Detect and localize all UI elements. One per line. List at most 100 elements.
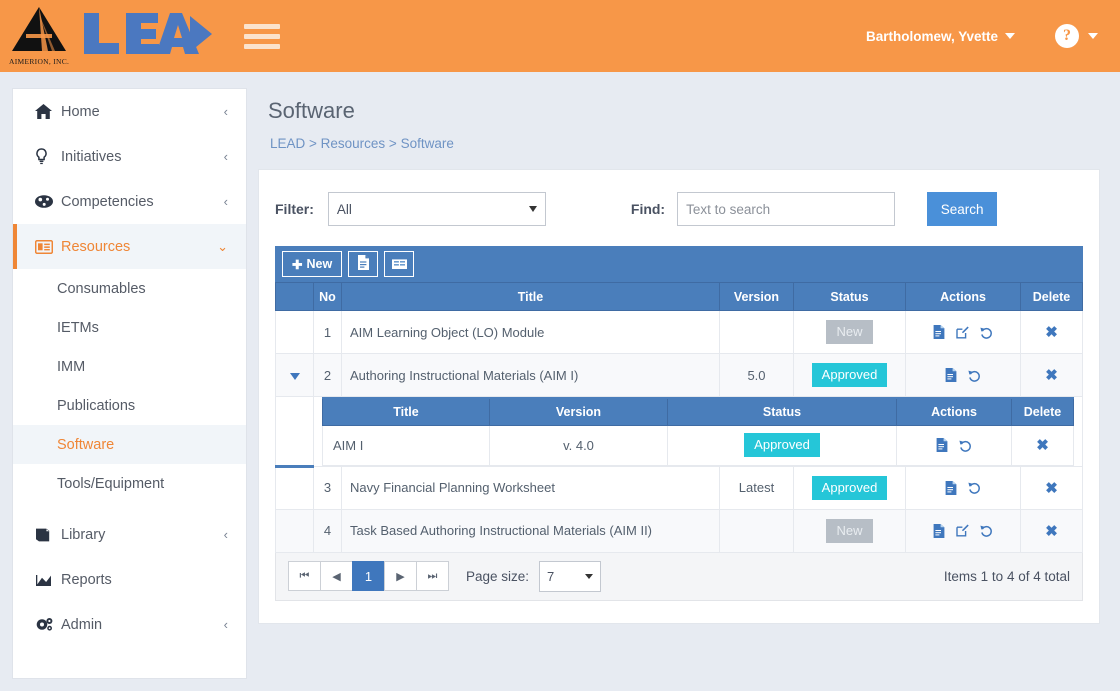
sidebar-item-home[interactable]: Home ‹	[13, 89, 246, 134]
delete-x-icon[interactable]: ✖	[1036, 437, 1049, 454]
first-page-button[interactable]: ⏮	[288, 561, 321, 591]
row-status: Approved	[793, 465, 906, 510]
row-status: New	[793, 508, 906, 553]
history-revert-icon[interactable]	[959, 439, 972, 452]
history-revert-icon[interactable]	[968, 369, 981, 382]
filter-select-value: All	[336, 201, 352, 217]
sidebar-item-label: Admin	[61, 616, 103, 633]
column-chooser-button[interactable]	[384, 251, 415, 277]
page-title: Software	[268, 98, 355, 123]
table-grid-icon	[391, 256, 407, 272]
top-header-bar: AIMERION, INC. Bartholomew, Yvette ?	[0, 0, 1120, 72]
status-badge: New	[826, 320, 873, 344]
row-title: Task Based Authoring Instructional Mater…	[341, 508, 720, 553]
sidebar-subitem-software[interactable]: Software	[13, 425, 246, 464]
gears-icon	[35, 617, 61, 633]
filter-toolbar: Filter: All Find: Search	[275, 192, 1083, 226]
lead-wordmark	[82, 11, 214, 62]
row-status: Approved	[793, 353, 906, 397]
table-row[interactable]: 2 Authoring Instructional Materials (AIM…	[275, 353, 1083, 397]
sidebar-subitem-publications[interactable]: Publications	[13, 386, 246, 425]
sidebar-subitem-label: Consumables	[57, 280, 146, 297]
delete-x-icon[interactable]: ✖	[1045, 523, 1058, 540]
table-row[interactable]: 1 AIM Learning Object (LO) Module New ✖	[275, 310, 1083, 354]
sidebar-subitem-ietms[interactable]: IETMs	[13, 308, 246, 347]
row-expand-cell[interactable]	[275, 508, 314, 553]
sidebar-item-initiatives[interactable]: Initiatives ‹	[13, 134, 246, 179]
sidebar-item-library[interactable]: Library ‹	[13, 512, 246, 557]
sidebar-subitem-consumables[interactable]: Consumables	[13, 269, 246, 308]
new-button[interactable]: ✚ New	[282, 251, 343, 277]
delete-x-icon[interactable]: ✖	[1045, 367, 1058, 384]
find-label: Find:	[630, 201, 666, 217]
row-status: New	[793, 310, 906, 354]
hamburger-bar	[244, 23, 280, 29]
chevron-left-icon: ‹	[223, 104, 228, 119]
chevron-down-icon	[1005, 33, 1015, 39]
user-account-menu[interactable]: Bartholomew, Yvette	[866, 29, 1015, 44]
status-badge: New	[826, 518, 873, 543]
nested-row-version: v. 4.0	[489, 424, 668, 466]
search-input[interactable]	[677, 192, 896, 226]
file-document-icon[interactable]	[936, 438, 948, 452]
history-revert-icon[interactable]	[968, 481, 981, 494]
row-expand-cell[interactable]	[275, 353, 314, 397]
nested-row-actions	[896, 424, 1012, 466]
pagination-buttons: ⏮ ◀ 1 ▶ ⏭	[288, 561, 449, 591]
status-badge: Approved	[811, 475, 888, 500]
nested-table-row[interactable]: AIM I v. 4.0 Approved ✖	[322, 424, 1074, 466]
search-button[interactable]: Search	[927, 192, 998, 226]
edit-pencil-icon[interactable]	[956, 524, 969, 537]
chart-icon	[35, 573, 61, 587]
col-version: Version	[719, 282, 794, 311]
page-size-select[interactable]: 7	[539, 560, 602, 592]
page-size-value: 7	[547, 568, 555, 584]
sidebar-item-reports[interactable]: Reports	[13, 557, 246, 602]
company-logo[interactable]: AIMERION, INC.	[8, 4, 78, 68]
history-revert-icon[interactable]	[980, 524, 993, 537]
row-expand-cell[interactable]	[275, 465, 314, 510]
filter-select[interactable]: All	[327, 192, 546, 226]
next-page-button[interactable]: ▶	[384, 561, 417, 591]
expand-toggle-icon[interactable]	[289, 372, 300, 380]
row-expand-cell[interactable]	[275, 310, 314, 354]
sidebar-subitem-label: IMM	[57, 358, 86, 375]
last-page-button[interactable]: ⏭	[416, 561, 449, 591]
sidebar-item-resources[interactable]: Resources ⌄	[13, 224, 246, 269]
row-delete: ✖	[1020, 310, 1083, 354]
version-history-table: Title Version Status Actions Delete AIM …	[322, 397, 1074, 466]
help-menu[interactable]: ?	[1055, 24, 1098, 48]
chevron-left-icon: ‹	[223, 527, 228, 542]
lightbulb-icon	[35, 148, 61, 165]
history-revert-icon[interactable]	[980, 326, 993, 339]
row-delete: ✖	[1020, 508, 1083, 553]
page-number-button[interactable]: 1	[352, 561, 385, 591]
items-total-label: Items 1 to 4 of 4 total	[943, 568, 1070, 584]
row-version	[719, 310, 794, 354]
sidebar-item-label: Library	[61, 526, 106, 543]
sidebar-subitem-tools-equipment[interactable]: Tools/Equipment	[13, 464, 246, 503]
file-document-icon[interactable]	[933, 325, 945, 339]
sidebar-item-competencies[interactable]: Competencies ‹	[13, 179, 246, 224]
export-document-button[interactable]	[348, 251, 379, 277]
nested-header-row: Title Version Status Actions Delete	[322, 397, 1074, 426]
prev-page-button[interactable]: ◀	[320, 561, 353, 591]
edit-pencil-icon[interactable]	[956, 326, 969, 339]
table-row[interactable]: 3 Navy Financial Planning Worksheet Late…	[275, 465, 1083, 510]
file-document-icon[interactable]	[945, 368, 957, 382]
row-version: 5.0	[719, 353, 794, 397]
sidebar-subitem-imm[interactable]: IMM	[13, 347, 246, 386]
file-document-icon	[357, 255, 370, 273]
col-title: Title	[341, 282, 720, 311]
col-actions: Actions	[905, 282, 1021, 311]
sidebar-item-admin[interactable]: Admin ‹	[13, 602, 246, 647]
delete-x-icon[interactable]: ✖	[1045, 480, 1058, 497]
table-row[interactable]: 4 Task Based Authoring Instructional Mat…	[275, 508, 1083, 553]
delete-x-icon[interactable]: ✖	[1045, 324, 1058, 341]
menu-toggle-button[interactable]	[244, 21, 280, 51]
file-document-icon[interactable]	[933, 523, 945, 538]
breadcrumb[interactable]: LEAD > Resources > Software	[270, 136, 1108, 151]
file-document-icon[interactable]	[945, 480, 957, 495]
status-badge: Approved	[811, 363, 888, 387]
row-version: Latest	[719, 465, 794, 510]
